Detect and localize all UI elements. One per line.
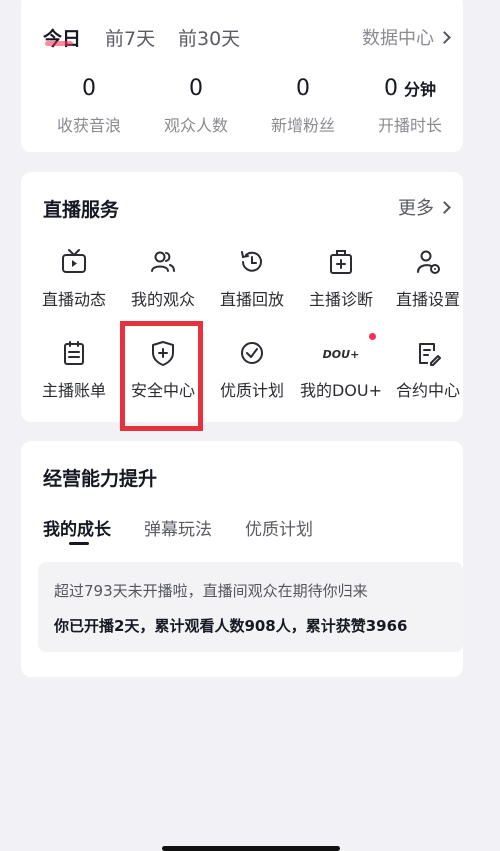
more-label: 更多	[398, 198, 434, 219]
growth-summary-box: 超过793天未开播啦，直播间观众在期待你归来 你已开播2天，累计观看人数908人…	[38, 562, 463, 652]
tab-danmaku-play[interactable]: 弹幕玩法	[144, 515, 212, 540]
tab-today[interactable]: 今日	[43, 24, 81, 51]
service-label: 合约中心	[395, 381, 460, 400]
stat-new-fans[interactable]: 0 新增粉丝	[248, 74, 358, 136]
tv-icon	[62, 249, 86, 273]
service-live-settings[interactable]: 直播设置	[383, 248, 473, 310]
service-label: 主播账单	[41, 381, 106, 400]
check-badge-icon	[241, 342, 263, 364]
stat-value: 0	[189, 76, 203, 101]
tab-quality-plan[interactable]: 优质计划	[245, 515, 313, 540]
growth-message: 超过793天未开播啦，直播间观众在期待你归来	[54, 582, 368, 600]
dou-logo-text: DOU+	[323, 348, 360, 361]
chevron-right-icon	[438, 200, 451, 214]
chevron-right-icon	[438, 30, 451, 44]
stat-label: 新增粉丝	[270, 116, 335, 135]
tab-30-days[interactable]: 前30天	[178, 24, 240, 51]
stat-value: 0	[296, 76, 310, 101]
tab-my-growth[interactable]: 我的成长	[43, 515, 111, 540]
section-title: 经营能力提升	[43, 468, 158, 490]
tab-today-underline	[45, 41, 73, 46]
stat-label: 观众人数	[163, 116, 228, 135]
contract-icon	[419, 343, 441, 366]
stat-label: 开播时长	[377, 116, 442, 135]
service-label: 主播诊断	[308, 290, 373, 309]
replay-icon	[241, 251, 262, 272]
data-center-label: 数据中心	[362, 28, 434, 49]
service-contract-center[interactable]: 合约中心	[383, 339, 473, 401]
service-diagnosis[interactable]: 主播诊断	[296, 248, 386, 310]
settings-user-icon	[417, 250, 440, 274]
service-live-feed[interactable]: 直播动态	[29, 248, 119, 310]
tab-underline	[69, 542, 89, 545]
stat-income[interactable]: 0 收获音浪	[34, 74, 144, 136]
growth-stats: 你已开播2天，累计观看人数908人，累计获赞3966	[54, 617, 408, 635]
stats-card: 今日 前7天 前30天 数据中心 0 收获音浪 0 观众人数 0 新增粉丝 0分…	[21, 0, 463, 152]
audience-icon	[151, 251, 175, 272]
stat-unit: 分钟	[403, 80, 436, 99]
service-security-center[interactable]: 安全中心	[118, 339, 208, 401]
service-label: 我的DOU+	[299, 381, 383, 400]
service-label: 直播设置	[395, 290, 460, 309]
live-services-card: 直播服务 更多 直播动态 我的观众 直播回放 主播诊断 直播设置 主播账单 安全…	[21, 172, 463, 431]
service-live-replay[interactable]: 直播回放	[207, 248, 297, 310]
service-anchor-bill[interactable]: 主播账单	[29, 339, 119, 401]
stat-value: 0	[82, 76, 96, 101]
ability-card: 经营能力提升 我的成长 弹幕玩法 优质计划 超过793天未开播啦，直播间观众在期…	[21, 441, 463, 677]
service-label: 直播动态	[41, 290, 106, 309]
stat-label: 收获音浪	[56, 116, 121, 135]
stat-live-duration[interactable]: 0 分钟 开播时长	[355, 74, 465, 136]
bill-icon	[64, 341, 84, 365]
notification-dot	[369, 333, 376, 340]
service-label: 优质计划	[219, 381, 284, 400]
dou-logo-icon: DOU+	[323, 348, 360, 361]
service-my-audience[interactable]: 我的观众	[118, 248, 208, 310]
service-label: 我的观众	[130, 290, 195, 309]
section-title: 直播服务	[43, 199, 120, 221]
service-label: 安全中心	[130, 381, 195, 400]
stat-value: 0	[383, 76, 398, 101]
service-label: 直播回放	[219, 290, 284, 309]
data-center-link[interactable]: 数据中心	[362, 24, 451, 50]
shield-icon	[152, 341, 174, 366]
tab-7-days[interactable]: 前7天	[105, 24, 155, 51]
diagnosis-icon	[330, 250, 352, 274]
more-link[interactable]: 更多	[398, 194, 451, 220]
home-indicator	[162, 846, 340, 851]
service-my-dou-plus[interactable]: DOU+ 我的DOU+	[296, 333, 386, 401]
stat-viewers[interactable]: 0 观众人数	[141, 74, 251, 136]
service-quality-plan[interactable]: 优质计划	[207, 339, 297, 401]
